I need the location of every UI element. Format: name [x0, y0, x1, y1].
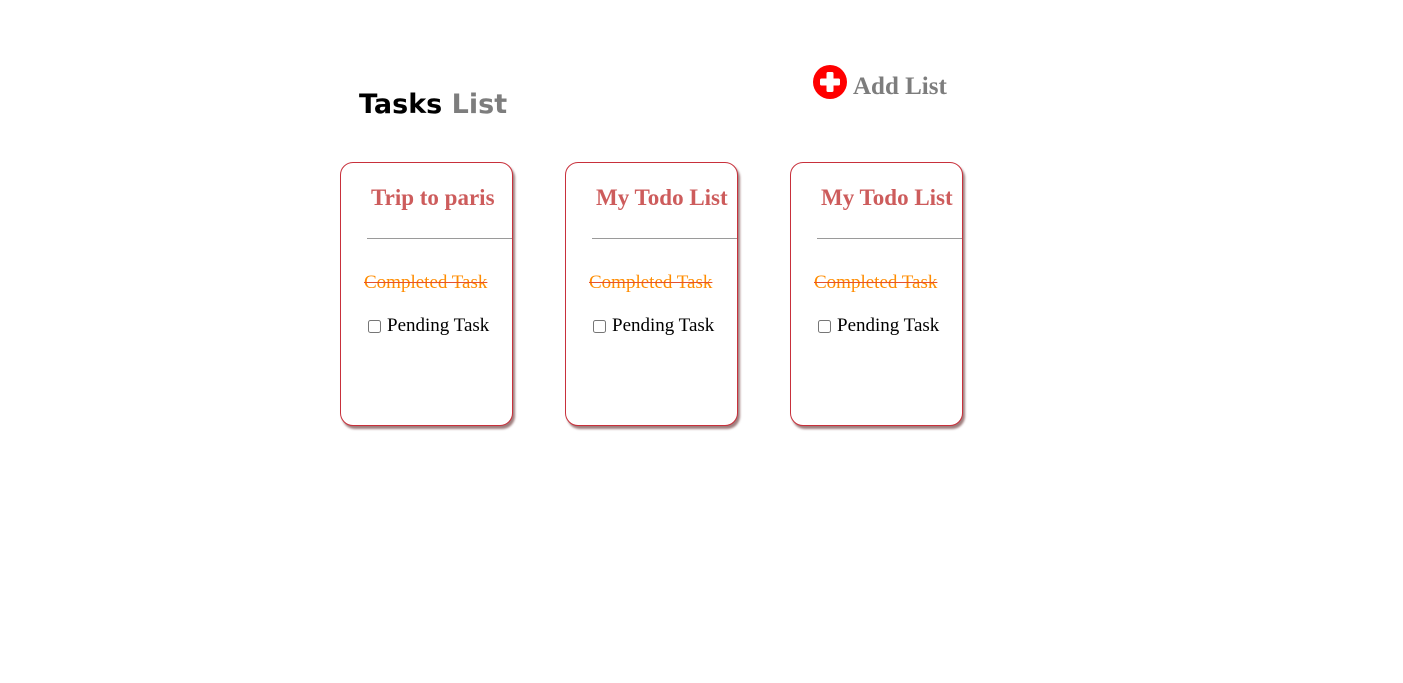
- list-card-title: My Todo List: [596, 185, 728, 210]
- page-title-list: List: [451, 89, 508, 120]
- pending-task[interactable]: Pending Task: [367, 315, 489, 337]
- list-card-title: Trip to paris: [371, 185, 495, 210]
- list-card: My Todo List Completed Task Pending Task: [565, 162, 738, 426]
- pending-task-checkbox[interactable]: [818, 319, 831, 333]
- pending-task-label[interactable]: Pending Task: [387, 315, 489, 337]
- list-card-title: My Todo List: [821, 185, 953, 210]
- pending-task-checkbox[interactable]: [593, 319, 606, 333]
- add-list-button[interactable]: Add List: [813, 63, 947, 101]
- page-title: Tasks List: [359, 87, 507, 123]
- card-divider: [367, 238, 512, 239]
- page-title-tasks: Tasks: [359, 89, 443, 120]
- plus-circle-icon[interactable]: [813, 65, 847, 99]
- completed-task[interactable]: Completed Task: [589, 272, 712, 294]
- completed-task[interactable]: Completed Task: [364, 272, 487, 294]
- pending-task-label[interactable]: Pending Task: [837, 315, 939, 337]
- card-divider: [817, 238, 962, 239]
- list-card: My Todo List Completed Task Pending Task: [790, 162, 963, 426]
- completed-task[interactable]: Completed Task: [814, 272, 937, 294]
- add-list-label[interactable]: Add List: [853, 73, 947, 101]
- pending-task[interactable]: Pending Task: [592, 315, 714, 337]
- pending-task-checkbox[interactable]: [368, 319, 381, 333]
- card-divider: [592, 238, 737, 239]
- pending-task[interactable]: Pending Task: [817, 315, 939, 337]
- pending-task-label[interactable]: Pending Task: [612, 315, 714, 337]
- list-card: Trip to paris Completed Task Pending Tas…: [340, 162, 513, 426]
